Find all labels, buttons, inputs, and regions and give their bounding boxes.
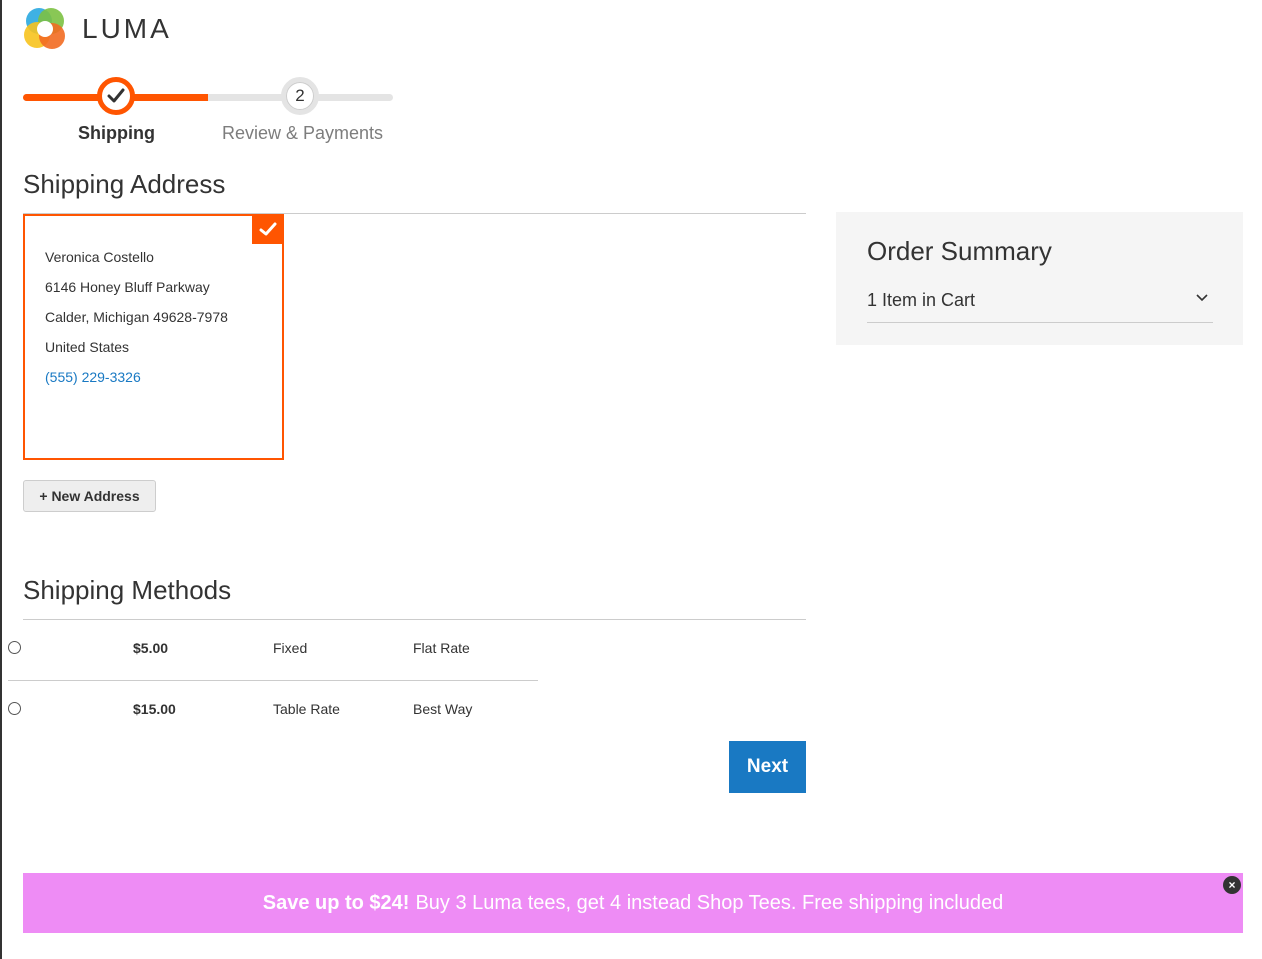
step-label-shipping[interactable]: Shipping (78, 123, 155, 144)
method-price: $15.00 (133, 701, 176, 717)
brand-name: LUMA (82, 13, 172, 44)
address-country: United States (45, 339, 130, 355)
selected-check-badge (252, 214, 284, 244)
window-edge (0, 0, 2, 959)
luma-logo[interactable]: LUMA (22, 6, 172, 52)
order-summary-title: Order Summary (867, 236, 1052, 266)
address-details: Veronica Costello 6146 Honey Bluff Parkw… (45, 242, 228, 392)
address-city: Calder, Michigan 49628-7978 (45, 309, 228, 325)
shipping-address-title: Shipping Address (23, 169, 226, 199)
shipping-method-radio[interactable] (8, 641, 21, 654)
address-phone-link[interactable]: (555) 229-3326 (45, 362, 228, 392)
step-label-review: Review & Payments (222, 123, 384, 143)
luma-logo-icon (24, 8, 65, 49)
method-price: $5.00 (133, 640, 169, 656)
method-name: Fixed (273, 640, 308, 656)
selected-address-card[interactable]: Veronica Costello 6146 Honey Bluff Parkw… (23, 214, 284, 460)
shipping-method-row[interactable]: $15.00 Table Rate Best Way (8, 681, 538, 741)
checkout-progress: 2 Shipping Review & Payments (23, 75, 393, 145)
step-shipping-indicator[interactable] (97, 77, 135, 115)
address-name: Veronica Costello (45, 249, 154, 265)
step-review-indicator: 2 (281, 77, 319, 115)
method-carrier: Best Way (413, 701, 473, 717)
check-icon (107, 88, 125, 103)
check-icon (259, 222, 277, 235)
shipping-method-radio[interactable] (8, 702, 21, 715)
shipping-methods-title: Shipping Methods (23, 575, 232, 605)
promo-highlight: Save up to $24! (262, 891, 410, 914)
close-icon[interactable]: × (1223, 876, 1241, 894)
promo-text: Buy 3 Luma tees, get 4 instead Shop Tees… (415, 891, 1004, 914)
cart-items-toggle[interactable]: 1 Item in Cart (867, 290, 1213, 323)
shipping-method-row[interactable]: $5.00 Fixed Flat Rate (8, 620, 538, 681)
order-summary: Order Summary 1 Item in Cart (836, 212, 1243, 345)
method-carrier: Flat Rate (413, 640, 470, 656)
cart-items-count: 1 Item in Cart (867, 290, 976, 310)
new-address-button[interactable]: + New Address (23, 480, 156, 512)
next-button[interactable]: Next (729, 741, 806, 793)
method-name: Table Rate (273, 701, 340, 717)
step-number: 2 (286, 82, 314, 110)
chevron-down-icon (1195, 290, 1209, 308)
address-street: 6146 Honey Bluff Parkway (45, 279, 210, 295)
promo-banner: Save up to $24! Buy 3 Luma tees, get 4 i… (23, 873, 1243, 933)
